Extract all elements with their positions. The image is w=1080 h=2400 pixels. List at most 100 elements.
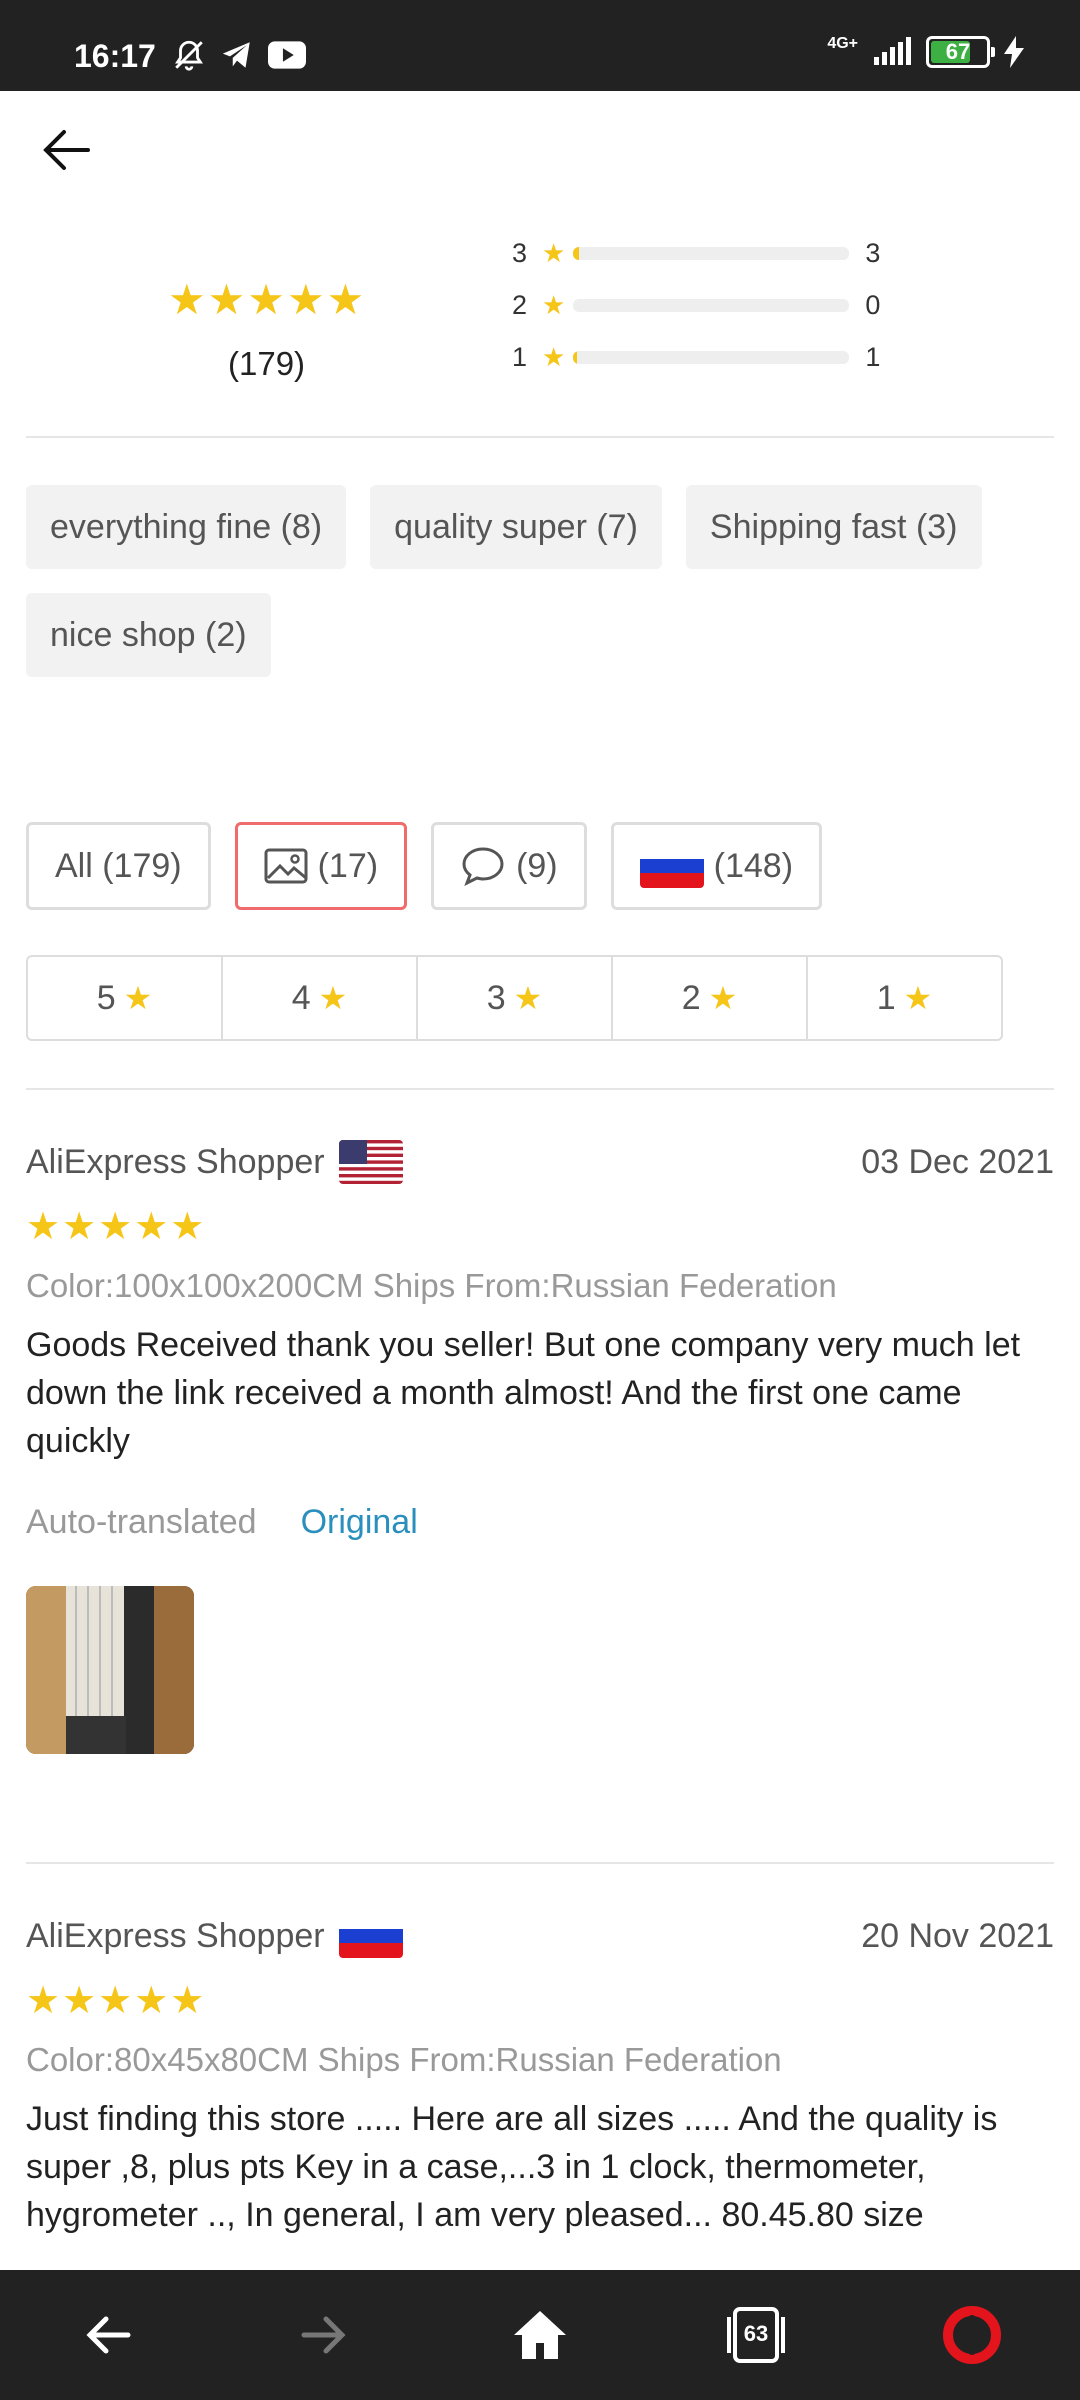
telegram-icon <box>222 42 250 68</box>
rating-distribution: 3 ★ 3 2 ★ 0 1 ★ 1 <box>512 227 880 383</box>
review-text: Goods Received thank you seller! But one… <box>26 1326 1021 1460</box>
comment-icon <box>462 847 504 886</box>
review-stars: ★★★★★ <box>26 1980 207 2022</box>
dist-stars: 1 <box>512 341 528 372</box>
divider <box>26 1088 1054 1090</box>
review-stars: ★★★★★ <box>26 1206 207 1248</box>
dist-bar <box>573 246 850 260</box>
star-filter-label: 4 <box>291 978 311 1017</box>
usa-flag-icon <box>338 1140 403 1184</box>
signal-icon <box>874 37 911 65</box>
rating-summary: ★★★★★ (179) 3 ★ 3 2 ★ 0 1 ★ 1 <box>0 215 1080 435</box>
back-button[interactable] <box>36 120 96 180</box>
reviewer: AliExpress Shopper <box>26 1914 403 1958</box>
status-notification-icons <box>172 38 306 72</box>
keyword-tags: everything fine (8) quality super (7) Sh… <box>26 485 1066 677</box>
filter-all-button[interactable]: All (179) <box>26 822 211 910</box>
review-header: AliExpress Shopper 03 Dec 2021 <box>26 1132 1054 1192</box>
reviewer-name: AliExpress Shopper <box>26 1916 325 1955</box>
russia-flag-icon <box>639 844 704 888</box>
home-icon <box>514 2311 566 2359</box>
overall-stars: ★★★★★ <box>168 276 367 323</box>
star-icon: ★ <box>123 980 153 1016</box>
review-date: 03 Dec 2021 <box>861 1142 1054 1181</box>
dist-bar <box>573 350 850 364</box>
star-filter-label: 3 <box>486 978 506 1017</box>
review-text: Just finding this store ..... Here are a… <box>26 2100 998 2234</box>
dist-count: 0 <box>865 289 881 320</box>
browser-nav-bar: 63 <box>0 2270 1080 2400</box>
review-item: AliExpress Shopper 20 Nov 2021 ★★★★★ Col… <box>26 1906 1054 2239</box>
star-filter-5[interactable]: 5 ★ <box>28 957 223 1039</box>
arrow-left-icon <box>86 2316 131 2354</box>
reviewer-name: AliExpress Shopper <box>26 1142 325 1181</box>
nav-back-button[interactable] <box>68 2295 148 2375</box>
star-icon: ★ <box>513 980 543 1016</box>
review-item: AliExpress Shopper 03 Dec 2021 ★★★★★ Col… <box>26 1132 1054 1754</box>
dist-bar <box>573 298 850 312</box>
divider <box>26 1862 1054 1864</box>
arrow-left-icon <box>43 130 90 170</box>
opera-logo-icon <box>943 2306 1001 2364</box>
auto-translated-label: Auto-translated <box>26 1503 257 1541</box>
dist-stars: 3 <box>512 237 528 268</box>
charging-icon <box>1004 36 1024 68</box>
dist-count: 3 <box>865 237 881 268</box>
dist-count: 1 <box>865 341 881 372</box>
rating-total: (179) <box>228 345 306 382</box>
filter-comments-button[interactable]: (9) <box>431 822 587 910</box>
tag-chip[interactable]: quality super (7) <box>370 485 662 569</box>
star-filter-3[interactable]: 3 ★ <box>418 957 613 1039</box>
filter-label: All (179) <box>55 846 182 885</box>
filter-country-button[interactable]: (148) <box>610 822 823 910</box>
review-attributes: Color:100x100x200CM Ships From:Russian F… <box>26 1267 837 1304</box>
review-header: AliExpress Shopper 20 Nov 2021 <box>26 1906 1054 1966</box>
filter-photos-button[interactable]: (17) <box>234 822 408 910</box>
dist-row: 1 ★ 1 <box>512 331 880 383</box>
star-icon: ★ <box>903 980 933 1016</box>
filter-label: (148) <box>713 846 794 885</box>
tag-chip[interactable]: Shipping fast (3) <box>685 485 982 569</box>
tabs-count: 63 <box>743 2321 769 2346</box>
star-icon: ★ <box>542 341 566 372</box>
filter-label: (9) <box>516 846 558 885</box>
star-filter-2[interactable]: 2 ★ <box>613 957 808 1039</box>
star-filter-4[interactable]: 4 ★ <box>223 957 418 1039</box>
review-photo-thumbnail[interactable] <box>26 1586 194 1754</box>
network-type: 4G+ <box>827 35 858 52</box>
original-link[interactable]: Original <box>301 1503 418 1542</box>
review-filters: All (179) (17) (9) (148) <box>26 822 823 910</box>
image-icon <box>264 848 308 884</box>
nav-home-button[interactable] <box>500 2295 580 2375</box>
review-attributes: Color:80x45x80CM Ships From:Russian Fede… <box>26 2041 782 2078</box>
star-filter-1[interactable]: 1 ★ <box>808 957 1001 1039</box>
arrow-right-icon <box>301 2316 346 2354</box>
star-filter-label: 2 <box>681 978 701 1017</box>
review-date: 20 Nov 2021 <box>861 1916 1054 1955</box>
star-icon: ★ <box>542 237 566 268</box>
tag-chip[interactable]: everything fine (8) <box>26 485 347 569</box>
translation-row: Auto-translated Original <box>26 1503 1054 1542</box>
reviewer: AliExpress Shopper <box>26 1140 403 1184</box>
star-icon: ★ <box>318 980 348 1016</box>
battery-icon: 67 <box>926 36 995 68</box>
divider <box>26 436 1054 438</box>
nav-forward-button[interactable] <box>284 2295 364 2375</box>
star-filter-row: 5 ★ 4 ★ 3 ★ 2 ★ 1 ★ <box>26 955 1003 1041</box>
tag-chip[interactable]: nice shop (2) <box>26 593 271 677</box>
status-bar: 16:17 4G+ 67 <box>0 0 1080 91</box>
dist-row: 3 ★ 3 <box>512 227 880 279</box>
dist-stars: 2 <box>512 289 528 320</box>
dist-row: 2 ★ 0 <box>512 279 880 331</box>
star-icon: ★ <box>542 289 566 320</box>
star-icon: ★ <box>708 980 738 1016</box>
star-filter-label: 1 <box>876 978 896 1017</box>
nav-tabs-button[interactable]: 63 <box>716 2295 796 2375</box>
star-filter-label: 5 <box>96 978 116 1017</box>
opera-menu-button[interactable] <box>932 2295 1012 2375</box>
status-time: 16:17 <box>74 38 156 74</box>
filter-label: (17) <box>317 846 379 885</box>
status-right-icons: 4G+ 67 <box>827 35 1024 68</box>
battery-level: 67 <box>945 39 971 64</box>
youtube-icon <box>268 41 306 69</box>
